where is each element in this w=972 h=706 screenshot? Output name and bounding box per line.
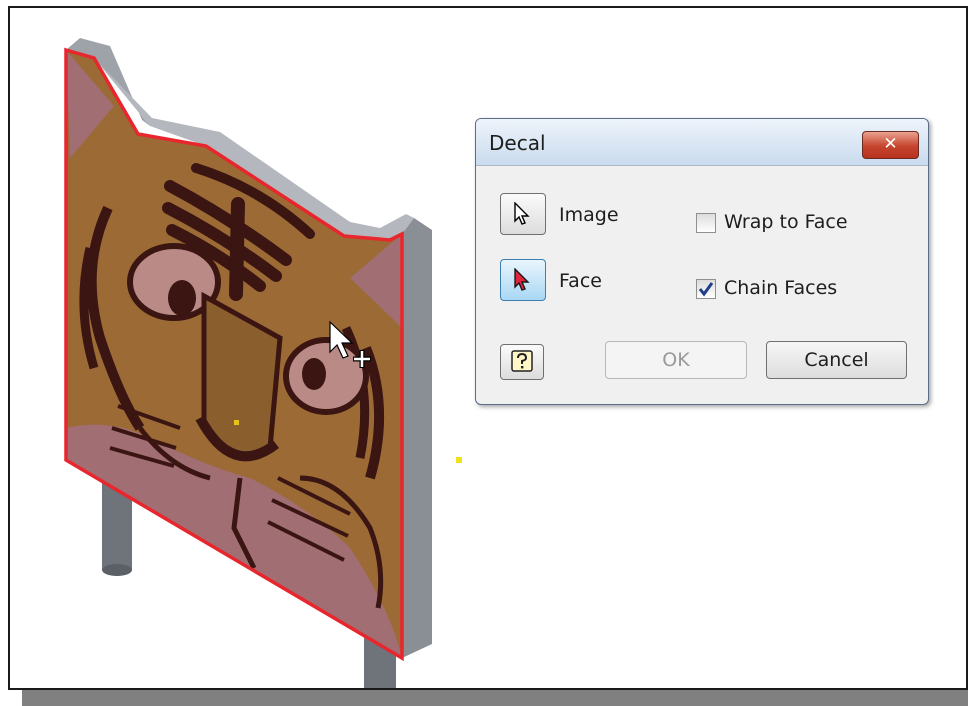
image-label: Image	[559, 204, 619, 226]
face-label: Face	[559, 270, 602, 292]
wrap-to-face-label: Wrap to Face	[724, 211, 848, 233]
wrap-to-face-checkbox[interactable]	[696, 213, 716, 233]
image-select-button[interactable]	[500, 193, 546, 235]
face-select-arrow-icon	[514, 268, 530, 291]
help-button[interactable]	[500, 344, 544, 380]
chain-faces-label: Chain Faces	[724, 277, 838, 299]
point-marker	[456, 457, 462, 463]
cancel-button[interactable]: Cancel	[766, 341, 907, 379]
dialog-title: Decal	[489, 131, 546, 155]
graphics-viewport[interactable]: Decal ✕ Image Face Wrap to Face Chain Fa…	[8, 6, 968, 690]
ok-button[interactable]: OK	[605, 341, 747, 379]
dialog-title-bar[interactable]: Decal ✕	[476, 119, 928, 166]
select-arrow-icon	[514, 202, 530, 225]
checkmark-icon	[698, 282, 714, 297]
close-icon: ✕	[883, 134, 898, 154]
tiger-decal	[66, 50, 402, 658]
decal-dialog: Decal ✕ Image Face Wrap to Face Chain Fa…	[475, 118, 929, 405]
help-icon	[511, 350, 533, 372]
close-button[interactable]: ✕	[862, 131, 919, 159]
chain-faces-checkbox[interactable]	[696, 279, 716, 299]
face-select-button[interactable]	[500, 259, 546, 301]
origin-marker	[234, 420, 239, 425]
